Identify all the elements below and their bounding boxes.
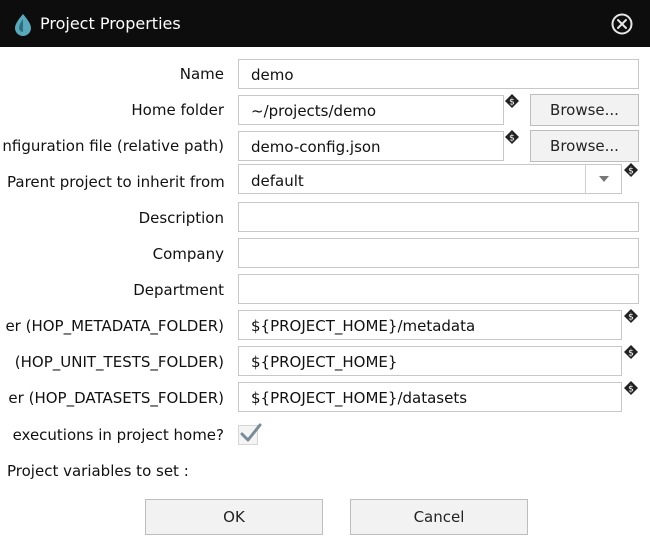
description-input[interactable]	[238, 202, 639, 232]
close-icon[interactable]	[611, 13, 633, 35]
svg-text:$: $	[509, 134, 515, 144]
variable-dollar-icon: $	[505, 130, 519, 144]
home-folder-input[interactable]: ~/projects/demo	[238, 95, 504, 125]
variable-dollar-icon: $	[505, 94, 519, 108]
company-input[interactable]	[238, 238, 639, 268]
enforce-executions-label: executions in project home?	[12, 426, 224, 444]
parent-project-label: Parent project to inherit from	[7, 173, 225, 191]
project-variables-label: Project variables to set :	[7, 462, 189, 480]
svg-text:$: $	[628, 385, 634, 395]
project-properties-form: Name demo Home folder ~/projects/demo $ …	[0, 47, 650, 544]
name-label: Name	[179, 65, 224, 83]
config-file-label: nfiguration file (relative path)	[2, 137, 224, 155]
config-file-browse-button[interactable]: Browse...	[530, 130, 639, 162]
svg-text:$: $	[628, 313, 634, 323]
unit-tests-folder-input[interactable]: ${PROJECT_HOME}	[238, 346, 622, 376]
checkmark-icon	[240, 423, 262, 442]
variable-dollar-icon: $	[624, 345, 638, 359]
description-label: Description	[138, 209, 224, 227]
name-input[interactable]: demo	[238, 59, 639, 89]
home-folder-browse-button[interactable]: Browse...	[530, 94, 639, 126]
metadata-folder-input[interactable]: ${PROJECT_HOME}/metadata	[238, 310, 622, 340]
cancel-button[interactable]: Cancel	[350, 499, 528, 535]
window-title: Project Properties	[40, 14, 181, 33]
chevron-down-icon	[599, 176, 609, 182]
parent-project-select[interactable]: default	[238, 164, 622, 194]
variable-dollar-icon: $	[624, 163, 638, 177]
hop-logo-icon	[15, 14, 31, 36]
datasets-folder-input[interactable]: ${PROJECT_HOME}/datasets	[238, 382, 622, 412]
company-label: Company	[152, 245, 224, 263]
dropdown-button[interactable]	[585, 164, 622, 194]
home-folder-label: Home folder	[131, 101, 224, 119]
enforce-executions-checkbox[interactable]	[238, 423, 262, 445]
svg-text:$: $	[628, 167, 634, 177]
department-input[interactable]	[238, 274, 639, 304]
ok-button[interactable]: OK	[145, 499, 323, 535]
config-file-input[interactable]: demo-config.json	[238, 131, 504, 161]
variable-dollar-icon: $	[624, 309, 638, 323]
svg-text:$: $	[628, 349, 634, 359]
svg-text:$: $	[509, 98, 515, 108]
unit-tests-folder-label: (HOP_UNIT_TESTS_FOLDER)	[14, 353, 224, 371]
title-bar: Project Properties	[0, 0, 650, 47]
variable-dollar-icon: $	[624, 381, 638, 395]
datasets-folder-label: er (HOP_DATASETS_FOLDER)	[8, 389, 224, 407]
department-label: Department	[133, 281, 224, 299]
metadata-folder-label: er (HOP_METADATA_FOLDER)	[5, 317, 224, 335]
